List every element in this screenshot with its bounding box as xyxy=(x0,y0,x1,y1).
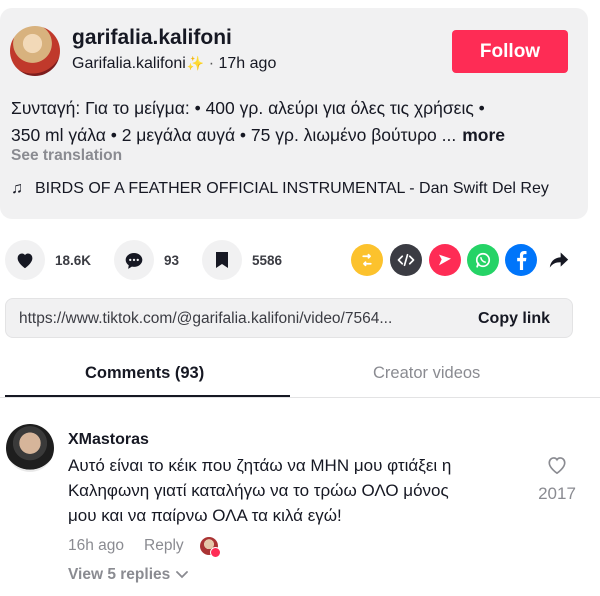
comment-like[interactable]: 2017 xyxy=(537,455,577,504)
chevron-down-icon xyxy=(176,571,189,579)
comment-action[interactable]: 93 xyxy=(114,240,179,280)
whatsapp-icon[interactable] xyxy=(467,244,499,276)
comment-time: 16h ago xyxy=(68,537,125,554)
creator-avatar[interactable] xyxy=(10,26,60,76)
tab-creator-videos[interactable]: Creator videos xyxy=(373,364,480,383)
comment-line: Αυτό είναι το κέικ που ζητάω να ΜΗΝ μου … xyxy=(68,456,452,475)
sparkle-icon: ✨ xyxy=(186,55,205,71)
view-replies-button[interactable]: View 5 replies xyxy=(68,566,189,584)
embed-icon[interactable] xyxy=(390,244,422,276)
comment-icon[interactable] xyxy=(114,240,154,280)
tab-comments[interactable]: Comments (93) xyxy=(85,364,204,383)
save-count: 5586 xyxy=(252,252,283,268)
commenter-avatar[interactable] xyxy=(6,424,54,472)
commenter-name[interactable]: XMastoras xyxy=(68,431,149,449)
post-time: 17h ago xyxy=(218,55,277,72)
separator-dot: · xyxy=(208,55,215,72)
description-line: Συνταγή: Για το μείγμα: • 400 γρ. αλεύρι… xyxy=(11,98,485,118)
video-url[interactable]: https://www.tiktok.com/@garifalia.kalifo… xyxy=(19,310,392,328)
comment-text: Αυτό είναι το κέικ που ζητάω να ΜΗΝ μου … xyxy=(68,453,508,528)
creator-subline: Garifalia.kalifoni✨ · 17h ago xyxy=(72,55,276,73)
view-replies-label: View 5 replies xyxy=(68,566,171,583)
facebook-icon[interactable] xyxy=(505,244,537,276)
music-link[interactable]: ♫ BIRDS OF A FEATHER OFFICIAL INSTRUMENT… xyxy=(11,180,549,198)
tab-bar: Comments (93) Creator videos xyxy=(0,356,600,398)
creator-liked-avatar xyxy=(199,537,221,558)
send-icon[interactable] xyxy=(429,244,461,276)
follow-button[interactable]: Follow xyxy=(452,30,568,73)
creator-nickname[interactable]: Garifalia.kalifoni xyxy=(72,55,186,72)
video-link-bar: https://www.tiktok.com/@garifalia.kalifo… xyxy=(5,298,573,338)
description-text: 350 ml γάλα • 2 μεγάλα αυγά • 75 γρ. λιω… xyxy=(11,125,457,145)
like-count: 18.6K xyxy=(55,252,92,268)
heart-icon[interactable] xyxy=(5,240,45,280)
comment-line: Καληφωνη γιατί καταλήγω να το τρώω ΟΛΟ μ… xyxy=(68,481,449,500)
more-button[interactable]: more xyxy=(462,125,505,145)
post-description: Συνταγή: Για το μείγμα: • 400 γρ. αλεύρι… xyxy=(11,95,581,149)
heart-outline-icon[interactable] xyxy=(546,455,568,475)
description-line-2: 350 ml γάλα • 2 μεγάλα αυγά • 75 γρ. λιω… xyxy=(11,122,581,149)
comment-like-count: 2017 xyxy=(538,484,576,503)
like-action[interactable]: 18.6K xyxy=(5,240,91,280)
active-tab-indicator xyxy=(5,395,290,397)
save-action[interactable]: 5586 xyxy=(202,240,282,280)
copy-link-button[interactable]: Copy link xyxy=(478,310,550,328)
repost-icon[interactable] xyxy=(351,244,383,276)
creator-username[interactable]: garifalia.kalifoni xyxy=(72,26,232,50)
music-title: BIRDS OF A FEATHER OFFICIAL INSTRUMENTAL… xyxy=(35,180,549,197)
music-note-icon: ♫ xyxy=(11,180,23,197)
comment-line: μου και να παίρνω ΟΛΑ τα κιλά εγώ! xyxy=(68,506,342,525)
comment-meta: 16h ago Reply xyxy=(68,537,221,558)
bookmark-icon[interactable] xyxy=(202,240,242,280)
share-arrow-icon[interactable] xyxy=(543,244,575,276)
see-translation-link[interactable]: See translation xyxy=(11,147,122,165)
reply-button[interactable]: Reply xyxy=(144,537,184,555)
comment-count: 93 xyxy=(164,252,180,268)
